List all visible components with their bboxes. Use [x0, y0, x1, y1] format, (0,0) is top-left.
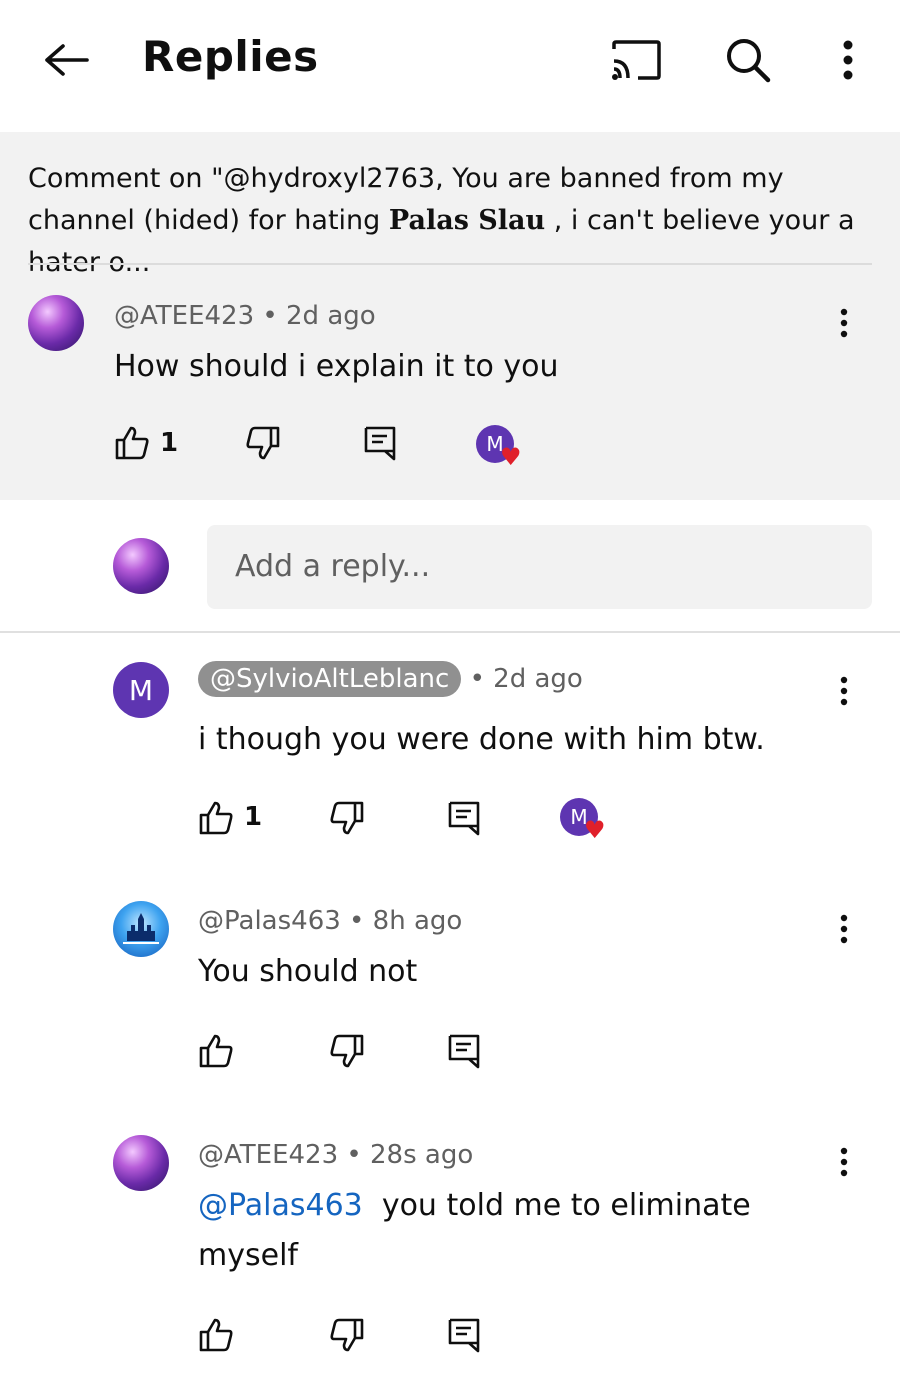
creator-heart-icon: M ♥: [476, 425, 522, 471]
author-handle[interactable]: @ATEE423: [114, 301, 254, 331]
top-app-bar: Replies: [0, 0, 900, 132]
comment-meta: @ATEE423 • 2d ago: [114, 301, 376, 331]
comment-age: 8h ago: [372, 906, 463, 936]
author-handle[interactable]: @ATEE423: [198, 1140, 338, 1170]
reply-comment-icon[interactable]: [358, 421, 402, 465]
comment-meta: @SylvioAltLeblanc • 2d ago: [198, 661, 583, 697]
comment-context[interactable]: Comment on "@hydroxyl2763, You are banne…: [28, 158, 876, 284]
like-count: 1: [244, 802, 263, 832]
creator-heart-icon: M ♥: [560, 798, 606, 844]
more-vert-icon[interactable]: [818, 30, 878, 90]
more-vert-icon[interactable]: [829, 669, 859, 713]
author-handle[interactable]: @SylvioAltLeblanc: [198, 661, 462, 697]
avatar[interactable]: [113, 901, 169, 957]
reply-comment-icon[interactable]: [442, 1029, 486, 1073]
author-handle[interactable]: @Palas463: [198, 906, 341, 936]
comment-age: 2d ago: [493, 664, 583, 694]
avatar[interactable]: [113, 1135, 169, 1191]
comment-text: i though you were done with him btw.: [198, 722, 765, 757]
thumbs-up-icon[interactable]: [110, 421, 154, 465]
page-title: Replies: [142, 32, 319, 81]
avatar[interactable]: [28, 295, 84, 351]
comment-meta: @Palas463 • 8h ago: [198, 906, 463, 936]
search-icon[interactable]: [718, 30, 778, 90]
thumbs-down-icon[interactable]: [241, 421, 285, 465]
avatar[interactable]: M: [113, 662, 169, 718]
more-vert-icon[interactable]: [829, 907, 859, 951]
divider: [28, 263, 872, 265]
comment-text: How should i explain it to you: [114, 349, 559, 384]
reply-comment-icon[interactable]: [442, 796, 486, 840]
more-vert-icon[interactable]: [829, 1140, 859, 1184]
thumbs-down-icon[interactable]: [325, 796, 369, 840]
reply-comment-icon[interactable]: [442, 1313, 486, 1357]
cast-icon[interactable]: [606, 30, 666, 90]
like-count: 1: [160, 428, 179, 458]
divider: [0, 631, 900, 633]
thumbs-down-icon[interactable]: [325, 1029, 369, 1073]
back-arrow-icon[interactable]: [36, 30, 96, 90]
comment-age: 28s ago: [370, 1140, 474, 1170]
thumbs-up-icon[interactable]: [194, 1029, 238, 1073]
thumbs-up-icon[interactable]: [194, 1313, 238, 1357]
avatar: [113, 538, 169, 594]
more-vert-icon[interactable]: [829, 301, 859, 345]
thumbs-up-icon[interactable]: [194, 796, 238, 840]
comment-age: 2d ago: [286, 301, 376, 331]
comment-text: You should not: [198, 954, 418, 989]
mention-link[interactable]: @Palas463: [198, 1188, 363, 1223]
add-reply-input[interactable]: Add a reply...: [207, 525, 872, 609]
thumbs-down-icon[interactable]: [325, 1313, 369, 1357]
comment-text: @Palas463 you told me to eliminate myself: [198, 1188, 751, 1273]
comment-meta: @ATEE423 • 28s ago: [198, 1140, 474, 1170]
